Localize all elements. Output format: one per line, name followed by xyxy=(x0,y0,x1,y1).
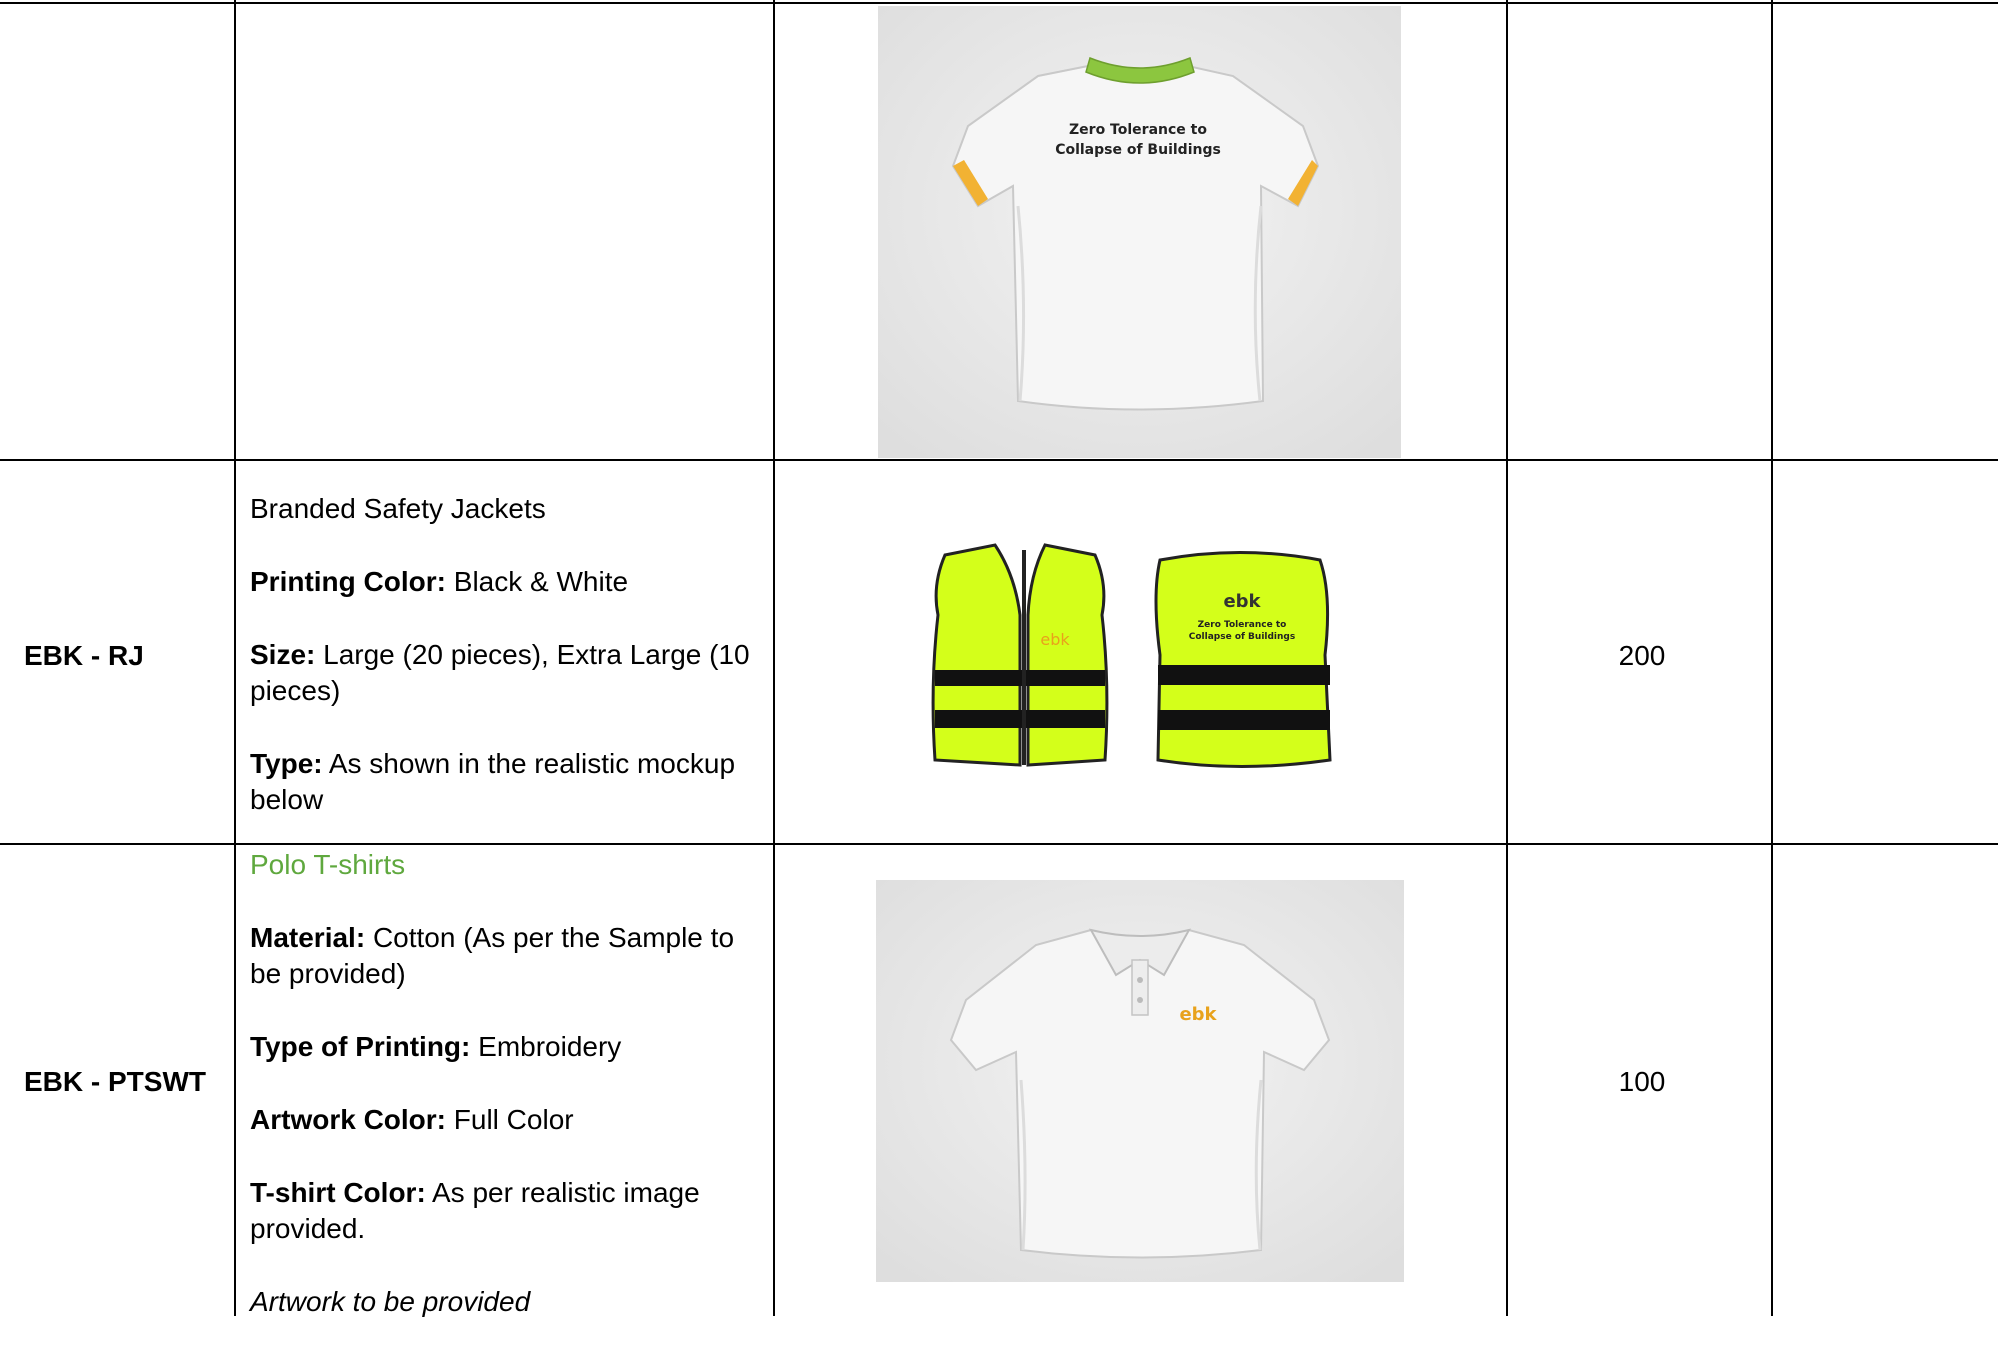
spec-value: Embroidery xyxy=(478,1031,622,1062)
vest-back: ebk Zero Tolerance to Collapse of Buildi… xyxy=(1154,551,1332,768)
spec-label: Printing Color: xyxy=(250,566,446,597)
item-description: Polo T-shirts Material: Cotton (As per t… xyxy=(250,847,750,1357)
artwork-note: Artwork to be provided xyxy=(250,1284,750,1320)
safety-jacket-illustration: ebk ebk Zero Tolerance to Collapse of Bu… xyxy=(931,543,1332,768)
column-divider xyxy=(773,0,775,1316)
spec-value: Black & White xyxy=(453,566,629,597)
vest-back-line1: Zero Tolerance to xyxy=(1198,620,1287,630)
item-title: Branded Safety Jackets xyxy=(250,493,546,524)
vest-front: ebk xyxy=(931,543,1109,767)
vest-back-logo: ebk xyxy=(1223,591,1261,612)
item-quantity: 100 xyxy=(1618,1066,1666,1097)
polo-back-mockup-image: Zero Tolerance to Collapse of Buildings xyxy=(878,6,1401,458)
spec-value: Full Color xyxy=(453,1104,574,1135)
spec-tshirt-color: T-shirt Color: As per realistic image pr… xyxy=(250,1175,750,1247)
polo-back-illustration: Zero Tolerance to Collapse of Buildings xyxy=(878,6,1401,458)
spec-label: Size: xyxy=(250,639,316,670)
back-print-line2: Collapse of Buildings xyxy=(1055,142,1221,158)
product-spec-table: Zero Tolerance to Collapse of Buildings … xyxy=(0,0,1998,1317)
column-divider xyxy=(1506,0,1508,1316)
polo-front-illustration: ebk xyxy=(876,880,1404,1282)
vest-back-line2: Collapse of Buildings xyxy=(1189,632,1295,642)
spec-printing-color: Printing Color: Black & White xyxy=(250,564,750,600)
vest-front-logo: ebk xyxy=(1040,630,1070,649)
spec-label: Material: xyxy=(250,922,366,953)
spec-printing-type: Type of Printing: Embroidery xyxy=(250,1029,750,1065)
spec-label: Type: xyxy=(250,748,323,779)
spec-label: Type of Printing: xyxy=(250,1031,471,1062)
artwork-note-text: Artwork to be provided xyxy=(250,1286,531,1317)
safety-jacket-mockup-image: ebk ebk Zero Tolerance to Collapse of Bu… xyxy=(920,535,1340,775)
column-divider xyxy=(234,0,236,1316)
spec-label: Artwork Color: xyxy=(250,1104,446,1135)
back-print-line1: Zero Tolerance to xyxy=(1069,122,1207,138)
spec-size: Size: Large (20 pieces), Extra Large (10… xyxy=(250,637,750,709)
item-code: EBK - RJ xyxy=(24,640,144,671)
spec-type: Type: As shown in the realistic mockup b… xyxy=(250,746,750,818)
item-title: Polo T-shirts xyxy=(250,849,406,880)
row-divider xyxy=(0,459,1998,461)
item-quantity: 200 xyxy=(1618,640,1666,671)
item-description: Branded Safety Jackets Printing Color: B… xyxy=(250,491,750,855)
polo-chest-logo: ebk xyxy=(1179,1004,1217,1025)
spec-value: Large (20 pieces), Extra Large (10 piece… xyxy=(250,639,750,706)
item-code: EBK - PTSWT xyxy=(24,1066,206,1097)
spec-value: As shown in the realistic mockup below xyxy=(250,748,736,815)
spec-label: T-shirt Color: xyxy=(250,1177,426,1208)
spec-material: Material: Cotton (As per the Sample to b… xyxy=(250,920,750,992)
polo-front-mockup-image: ebk xyxy=(876,880,1404,1282)
spec-artwork-color: Artwork Color: Full Color xyxy=(250,1102,750,1138)
row-divider xyxy=(0,2,1998,4)
